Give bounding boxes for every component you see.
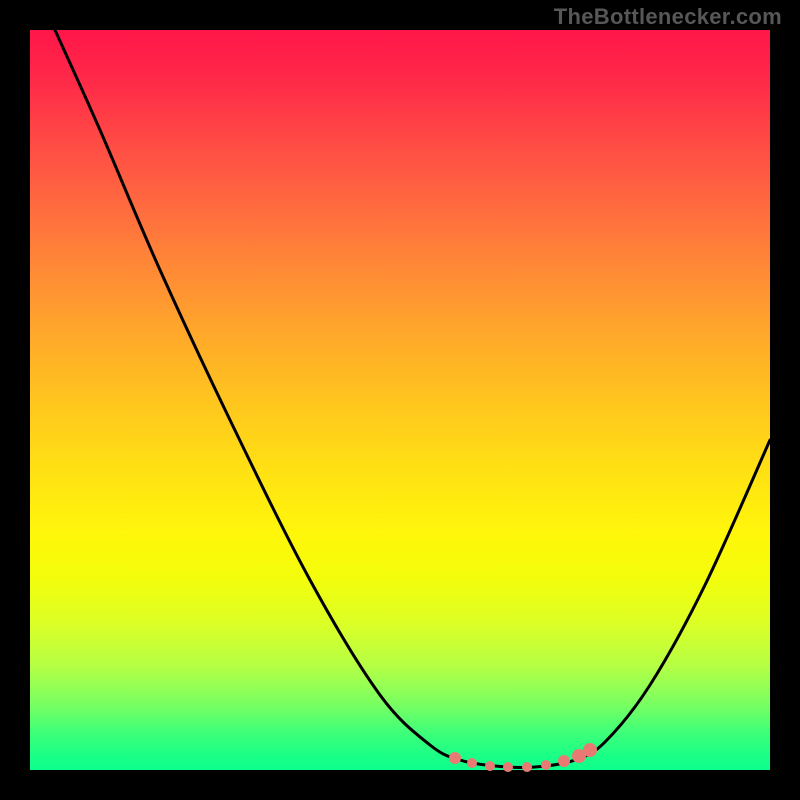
data-marker [541, 760, 551, 770]
data-marker [522, 762, 532, 772]
chart-stage: TheBottlenecker.com [0, 0, 800, 800]
data-marker [467, 758, 477, 768]
bottleneck-curve [55, 30, 770, 767]
data-marker [485, 761, 495, 771]
plot-svg [30, 30, 770, 770]
data-marker [558, 755, 570, 767]
data-marker [503, 762, 513, 772]
plot-area [30, 30, 770, 770]
data-markers [449, 743, 597, 772]
data-marker [449, 752, 461, 764]
watermark-label: TheBottlenecker.com [554, 4, 782, 30]
data-marker [583, 743, 597, 757]
